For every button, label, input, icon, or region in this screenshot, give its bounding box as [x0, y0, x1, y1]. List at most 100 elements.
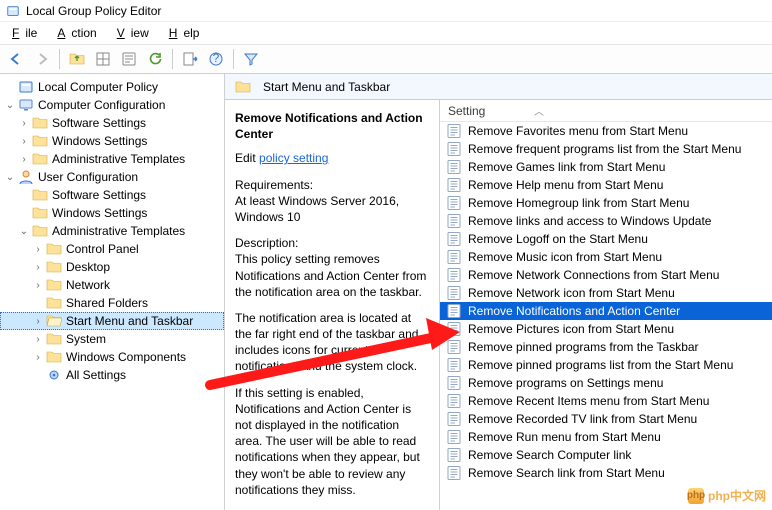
app-icon: [6, 4, 20, 18]
setting-row[interactable]: Remove Games link from Start Menu: [440, 158, 772, 176]
toolbar-refresh-button[interactable]: [143, 47, 167, 71]
policy-icon: [446, 285, 462, 301]
setting-row[interactable]: Remove frequent programs list from the S…: [440, 140, 772, 158]
policy-icon: [446, 303, 462, 319]
policy-icon: [446, 195, 462, 211]
requirements-text: At least Windows Server 2016, Windows 10: [235, 194, 399, 224]
policy-icon: [446, 213, 462, 229]
toolbar-properties-button[interactable]: [117, 47, 141, 71]
sort-indicator-icon: ︿: [534, 103, 764, 118]
setting-row[interactable]: Remove Pictures icon from Start Menu: [440, 320, 772, 338]
policy-icon: [446, 447, 462, 463]
policy-icon: [446, 159, 462, 175]
tree-node[interactable]: Software Settings: [0, 186, 224, 204]
setting-row[interactable]: Remove Favorites menu from Start Menu: [440, 122, 772, 140]
setting-row[interactable]: Remove Network icon from Start Menu: [440, 284, 772, 302]
setting-row[interactable]: Remove pinned programs from the Taskbar: [440, 338, 772, 356]
setting-label: Remove pinned programs from the Taskbar: [468, 340, 699, 354]
tree-node[interactable]: All Settings: [0, 366, 224, 384]
policy-icon: [446, 393, 462, 409]
toolbar-back-button[interactable]: [4, 47, 28, 71]
toolbar-forward-button: [30, 47, 54, 71]
setting-label: Remove Pictures icon from Start Menu: [468, 322, 674, 336]
toolbar-export-button[interactable]: [178, 47, 202, 71]
menubar: File Action View Help: [0, 22, 772, 44]
setting-row[interactable]: Remove Search link from Start Menu: [440, 464, 772, 482]
tree-node[interactable]: ›System: [0, 330, 224, 348]
policy-icon: [446, 411, 462, 427]
setting-label: Remove programs on Settings menu: [468, 376, 663, 390]
selected-setting-heading: Remove Notifications and Action Center: [235, 110, 429, 142]
menu-action[interactable]: Action: [51, 24, 108, 42]
setting-row[interactable]: Remove Logoff on the Start Menu: [440, 230, 772, 248]
tree-node-computer-configuration[interactable]: ⌄Computer Configuration: [0, 96, 224, 114]
setting-row[interactable]: Remove Network Connections from Start Me…: [440, 266, 772, 284]
setting-row[interactable]: Remove Music icon from Start Menu: [440, 248, 772, 266]
titlebar: Local Group Policy Editor: [0, 0, 772, 22]
folder-icon: [235, 79, 251, 95]
toolbar-filter-button[interactable]: [239, 47, 263, 71]
setting-row[interactable]: Remove Recent Items menu from Start Menu: [440, 392, 772, 410]
policy-icon: [446, 357, 462, 373]
setting-row[interactable]: Remove links and access to Windows Updat…: [440, 212, 772, 230]
tree-root-node[interactable]: Local Computer Policy: [0, 78, 224, 96]
edit-policy-link[interactable]: policy setting: [259, 151, 328, 165]
menu-view[interactable]: View: [111, 24, 161, 42]
setting-row[interactable]: Remove Run menu from Start Menu: [440, 428, 772, 446]
settings-list-pane[interactable]: Setting ︿ Remove Favorites menu from Sta…: [440, 100, 772, 510]
description-p1: This policy setting removes Notification…: [235, 252, 426, 298]
tree-node-administrative-templates[interactable]: ⌄Administrative Templates: [0, 222, 224, 240]
policy-icon: [446, 321, 462, 337]
tree-node[interactable]: ›Network: [0, 276, 224, 294]
setting-label: Remove Notifications and Action Center: [468, 304, 680, 318]
toolbar-up-button[interactable]: [65, 47, 89, 71]
setting-label: Remove Help menu from Start Menu: [468, 178, 663, 192]
setting-label: Remove Run menu from Start Menu: [468, 430, 661, 444]
policy-icon: [446, 375, 462, 391]
list-column-header[interactable]: Setting ︿: [440, 100, 772, 122]
policy-icon: [446, 231, 462, 247]
policy-icon: [446, 141, 462, 157]
setting-label: Remove Recorded TV link from Start Menu: [468, 412, 697, 426]
tree-node[interactable]: ›Control Panel: [0, 240, 224, 258]
setting-label: Remove links and access to Windows Updat…: [468, 214, 711, 228]
setting-label: Remove Games link from Start Menu: [468, 160, 665, 174]
setting-row[interactable]: Remove pinned programs list from the Sta…: [440, 356, 772, 374]
policy-icon: [446, 339, 462, 355]
toolbar-grid-button[interactable]: [91, 47, 115, 71]
policy-icon: [446, 249, 462, 265]
policy-icon: [446, 267, 462, 283]
setting-label: Remove Music icon from Start Menu: [468, 250, 662, 264]
setting-label: Remove Search link from Start Menu: [468, 466, 665, 480]
toolbar: [0, 44, 772, 74]
tree-node-user-configuration[interactable]: ⌄User Configuration: [0, 168, 224, 186]
setting-label: Remove Logoff on the Start Menu: [468, 232, 648, 246]
setting-label: Remove frequent programs list from the S…: [468, 142, 741, 156]
setting-label: Remove pinned programs list from the Sta…: [468, 358, 733, 372]
policy-icon: [446, 177, 462, 193]
tree-node[interactable]: Windows Settings: [0, 204, 224, 222]
tree-node[interactable]: ›Windows Settings: [0, 132, 224, 150]
setting-label: Remove Homegroup link from Start Menu: [468, 196, 689, 210]
tree-node[interactable]: ›Windows Components: [0, 348, 224, 366]
description-p3: If this setting is enabled, Notification…: [235, 385, 429, 498]
tree-node[interactable]: ›Desktop: [0, 258, 224, 276]
tree-pane[interactable]: Local Computer Policy⌄Computer Configura…: [0, 74, 225, 510]
setting-row[interactable]: Remove Notifications and Action Center: [440, 302, 772, 320]
tree-node[interactable]: Shared Folders: [0, 294, 224, 312]
setting-row[interactable]: Remove programs on Settings menu: [440, 374, 772, 392]
description-pane: Remove Notifications and Action Center E…: [225, 100, 440, 510]
tree-node[interactable]: ›Administrative Templates: [0, 150, 224, 168]
setting-row[interactable]: Remove Help menu from Start Menu: [440, 176, 772, 194]
setting-label: Remove Favorites menu from Start Menu: [468, 124, 688, 138]
setting-row[interactable]: Remove Search Computer link: [440, 446, 772, 464]
menu-help[interactable]: Help: [163, 24, 212, 42]
toolbar-help-button[interactable]: [204, 47, 228, 71]
tree-node[interactable]: ›Software Settings: [0, 114, 224, 132]
window-title: Local Group Policy Editor: [26, 4, 161, 18]
tree-node[interactable]: ›Start Menu and Taskbar: [0, 312, 224, 330]
policy-icon: [446, 429, 462, 445]
menu-file[interactable]: File: [6, 24, 49, 42]
setting-row[interactable]: Remove Recorded TV link from Start Menu: [440, 410, 772, 428]
setting-row[interactable]: Remove Homegroup link from Start Menu: [440, 194, 772, 212]
